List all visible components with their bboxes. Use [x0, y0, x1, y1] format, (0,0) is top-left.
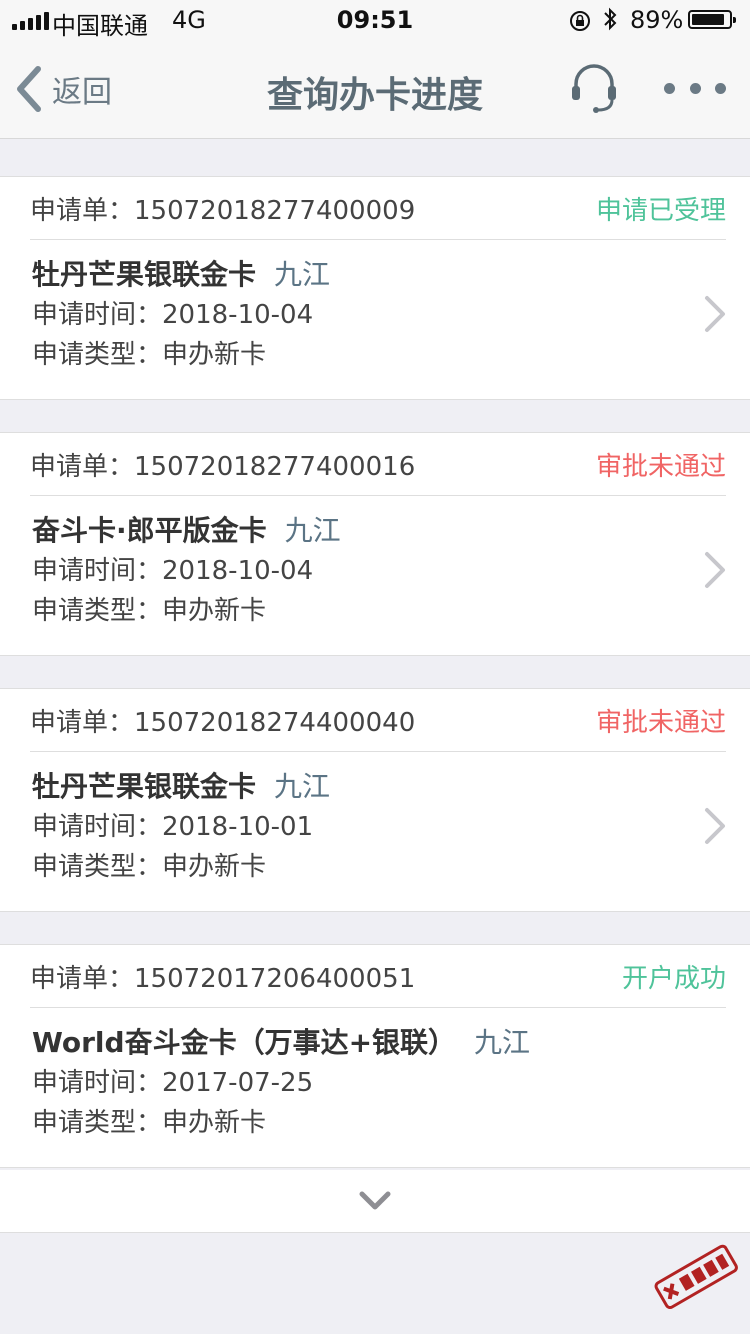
- status-badge: 申请已受理: [595, 195, 726, 226]
- apply-type: 申请类型：申办新卡: [32, 340, 267, 370]
- battery-icon: [688, 10, 736, 29]
- chevron-down-icon: [359, 1191, 391, 1210]
- card-title: 牡丹芒果银联金卡 九江: [32, 258, 331, 291]
- card-city: 九江: [274, 770, 331, 803]
- orientation-lock-icon: [568, 9, 592, 39]
- application-number: 申请单：15072018277400009: [30, 195, 416, 226]
- application-detail-link[interactable]: 牡丹芒果银联金卡 九江 申请时间：2018-10-01 申请类型：申办新卡: [32, 767, 670, 887]
- application-card: 申请单：15072018277400009 申请已受理 牡丹芒果银联金卡 九江 申…: [0, 176, 750, 400]
- chevron-right-icon[interactable]: [704, 551, 726, 589]
- card-title: 牡丹芒果银联金卡 九江: [32, 770, 331, 803]
- nav-bar: 返回 查询办卡进度: [0, 40, 750, 139]
- chevron-right-icon[interactable]: [704, 295, 726, 333]
- status-badge: 审批未通过: [595, 451, 726, 482]
- application-detail-link[interactable]: World奋斗金卡（万事达+银联） 九江 申请时间：2017-07-25 申请类型…: [32, 1023, 670, 1143]
- status-badge: 审批未通过: [595, 707, 726, 738]
- application-card: 申请单：15072018274400040 审批未通过 牡丹芒果银联金卡 九江 申…: [0, 688, 750, 912]
- application-number: 申请单：15072017206400051: [30, 963, 416, 994]
- page-title: 查询办卡进度: [266, 75, 483, 116]
- card-city: 九江: [274, 258, 331, 291]
- application-detail-link[interactable]: 奋斗卡·郎平版金卡 九江 申请时间：2018-10-04 申请类型：申办新卡: [32, 511, 670, 631]
- headset-icon[interactable]: [568, 62, 620, 114]
- apply-time: 申请时间：2018-10-01: [32, 812, 314, 842]
- load-more-button[interactable]: [0, 1170, 750, 1233]
- apply-type: 申请类型：申办新卡: [32, 596, 267, 626]
- card-header: 申请单：15072018277400016 审批未通过: [30, 433, 726, 496]
- chevron-right-icon[interactable]: [704, 807, 726, 845]
- status-badge: 开户成功: [621, 963, 726, 994]
- card-title: 奋斗卡·郎平版金卡 九江: [32, 514, 341, 547]
- bluetooth-icon: [602, 6, 618, 38]
- apply-type: 申请类型：申办新卡: [32, 1108, 267, 1138]
- application-number: 申请单：15072018277400016: [30, 451, 416, 482]
- apply-time: 申请时间：2018-10-04: [32, 300, 314, 330]
- application-detail-link[interactable]: 牡丹芒果银联金卡 九江 申请时间：2018-10-04 申请类型：申办新卡: [32, 255, 670, 375]
- application-card: 申请单：15072017206400051 开户成功 World奋斗金卡（万事达…: [0, 944, 750, 1168]
- application-number: 申请单：15072018274400040: [30, 707, 416, 738]
- card-header: 申请单：15072018277400009 申请已受理: [30, 177, 726, 240]
- apply-time: 申请时间：2017-07-25: [32, 1068, 314, 1098]
- watermark-logo: [646, 1238, 742, 1316]
- apply-time: 申请时间：2018-10-04: [32, 556, 314, 586]
- apply-type: 申请类型：申办新卡: [32, 852, 267, 882]
- card-city: 九江: [284, 514, 341, 547]
- card-city: 九江: [474, 1026, 531, 1059]
- card-title: World奋斗金卡（万事达+银联） 九江: [32, 1026, 531, 1059]
- more-icon[interactable]: [664, 78, 726, 98]
- status-bar: 中国联通 4G 09:51 89%: [0, 0, 750, 40]
- application-card: 申请单：15072018277400016 审批未通过 奋斗卡·郎平版金卡 九江 …: [0, 432, 750, 656]
- card-header: 申请单：15072017206400051 开户成功: [30, 945, 726, 1008]
- battery-percent: 89%: [630, 6, 684, 34]
- card-header: 申请单：15072018274400040 审批未通过: [30, 689, 726, 752]
